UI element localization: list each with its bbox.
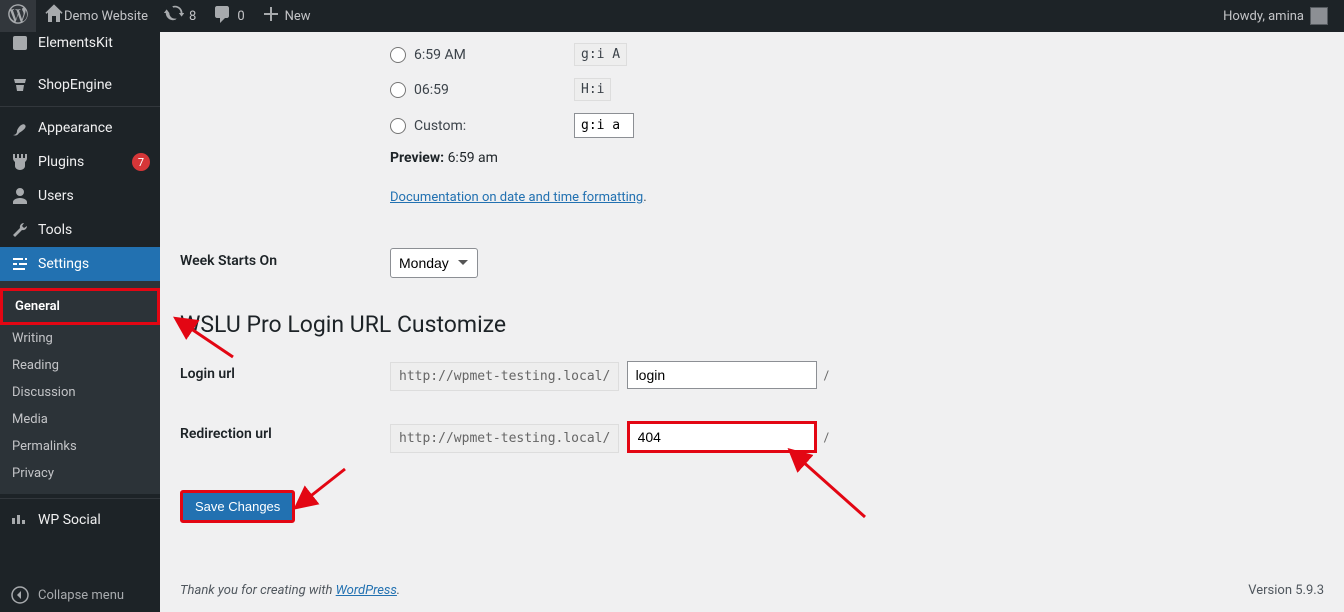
comments-link[interactable]: 0 xyxy=(204,0,252,32)
login-url-input[interactable] xyxy=(627,361,817,389)
shopengine-icon xyxy=(10,75,30,95)
brush-icon xyxy=(10,118,30,138)
week-starts-select[interactable]: Monday xyxy=(390,248,478,278)
footer-thanks-pre: Thank you for creating with xyxy=(180,583,336,598)
time-preview: Preview: 6:59 am xyxy=(390,150,1314,166)
collapse-icon xyxy=(10,585,30,605)
footer-thanks-post: . xyxy=(397,583,400,598)
social-icon xyxy=(10,510,30,530)
content-area: 6:59 AM g:i A 06:59 H:i Custom: xyxy=(160,32,1344,612)
site-name-link[interactable]: Demo Website xyxy=(36,0,156,32)
submenu-label: Writing xyxy=(12,331,53,346)
time-format-option[interactable]: Custom: xyxy=(390,113,1314,138)
time-format-option[interactable]: 6:59 AM g:i A xyxy=(390,43,1314,66)
sidebar-item-users[interactable]: Users xyxy=(0,179,160,213)
preview-label: Preview: xyxy=(390,150,444,166)
submenu-discussion[interactable]: Discussion xyxy=(0,379,160,406)
submenu-privacy[interactable]: Privacy xyxy=(0,460,160,487)
time-radio-label: 06:59 xyxy=(414,82,574,98)
url-suffix: / xyxy=(824,369,829,384)
footer-version: Version 5.9.3 xyxy=(1248,583,1324,598)
new-link[interactable]: New xyxy=(253,0,319,32)
sidebar-item-plugins[interactable]: Plugins 7 xyxy=(0,145,160,179)
sidebar-item-label: ElementsKit xyxy=(38,35,150,51)
sidebar-item-shopengine[interactable]: ShopEngine xyxy=(0,68,160,102)
sidebar-item-tools[interactable]: Tools xyxy=(0,213,160,247)
submenu-label: Privacy xyxy=(12,466,54,481)
sidebar-item-label: WP Social xyxy=(38,512,150,528)
sidebar-item-appearance[interactable]: Appearance xyxy=(0,111,160,145)
time-code: g:i A xyxy=(574,43,627,66)
submenu-reading[interactable]: Reading xyxy=(0,352,160,379)
url-prefix: http://wpmet-testing.local/ xyxy=(390,362,619,391)
comments-count: 0 xyxy=(232,9,244,24)
settings-submenu: General Writing Reading Discussion Media… xyxy=(0,281,160,494)
plus-icon xyxy=(261,4,281,28)
time-radio-label: 6:59 AM xyxy=(414,47,574,63)
wordpress-icon xyxy=(8,4,28,28)
preview-value: 6:59 am xyxy=(448,150,498,166)
submenu-permalinks[interactable]: Permalinks xyxy=(0,433,160,460)
admin-sidebar: ElementsKit ShopEngine Appearance Plugin… xyxy=(0,32,160,612)
howdy-text: Howdy, amina xyxy=(1223,9,1304,24)
submenu-label: Permalinks xyxy=(12,439,77,454)
comment-icon xyxy=(212,4,232,28)
account-link[interactable]: Howdy, amina xyxy=(1215,7,1336,25)
admin-bar: Demo Website 8 0 New xyxy=(0,0,1344,32)
collapse-menu[interactable]: Collapse menu xyxy=(0,578,160,612)
url-suffix: / xyxy=(824,431,829,446)
wslu-heading: WSLU Pro Login URL Customize xyxy=(180,311,1324,338)
url-prefix: http://wpmet-testing.local/ xyxy=(390,424,619,453)
updates-count: 8 xyxy=(184,9,196,24)
new-label: New xyxy=(281,9,311,24)
plugins-badge: 7 xyxy=(132,153,150,171)
time-radio-label: Custom: xyxy=(414,118,574,134)
plugin-icon xyxy=(10,33,30,53)
sidebar-item-label: Settings xyxy=(38,256,150,272)
submenu-label: Reading xyxy=(12,358,59,373)
footer-wp-link[interactable]: WordPress xyxy=(336,583,397,598)
time-radio-1[interactable] xyxy=(390,47,406,63)
site-name: Demo Website xyxy=(64,9,148,24)
date-time-doc-link[interactable]: Documentation on date and time formattin… xyxy=(390,190,643,205)
sidebar-item-label: Plugins xyxy=(38,154,128,170)
submenu-label: Media xyxy=(12,412,48,427)
custom-time-format-input[interactable] xyxy=(574,113,634,138)
redirect-url-input[interactable] xyxy=(627,421,817,453)
submenu-writing[interactable]: Writing xyxy=(0,325,160,352)
week-starts-label: Week Starts On xyxy=(180,233,380,293)
plug-icon xyxy=(10,152,30,172)
time-radio-custom[interactable] xyxy=(390,118,406,134)
submenu-media[interactable]: Media xyxy=(0,406,160,433)
submenu-label: General xyxy=(15,299,60,314)
wp-logo[interactable] xyxy=(0,0,36,32)
time-code: H:i xyxy=(574,78,611,101)
home-icon xyxy=(44,4,64,28)
updates-link[interactable]: 8 xyxy=(156,0,204,32)
sidebar-item-settings[interactable]: Settings xyxy=(0,247,160,281)
sidebar-item-label: ShopEngine xyxy=(38,77,150,93)
submenu-general[interactable]: General xyxy=(0,288,160,325)
avatar xyxy=(1310,7,1328,25)
sidebar-item-label: Appearance xyxy=(38,120,150,136)
sidebar-item-label: Users xyxy=(38,188,150,204)
sidebar-item-wpsocial[interactable]: WP Social xyxy=(0,503,160,537)
wrench-icon xyxy=(10,220,30,240)
footer: Thank you for creating with WordPress. V… xyxy=(160,572,1344,608)
sidebar-item-label: Tools xyxy=(38,222,150,238)
user-icon xyxy=(10,186,30,206)
redirect-url-label: Redirection url xyxy=(180,406,380,468)
login-url-label: Login url xyxy=(180,346,380,406)
update-icon xyxy=(164,4,184,28)
time-format-option[interactable]: 06:59 H:i xyxy=(390,78,1314,101)
time-radio-2[interactable] xyxy=(390,82,406,98)
submenu-label: Discussion xyxy=(12,385,76,400)
sliders-icon xyxy=(10,254,30,274)
collapse-label: Collapse menu xyxy=(38,588,124,603)
save-changes-button[interactable]: Save Changes xyxy=(180,490,295,523)
